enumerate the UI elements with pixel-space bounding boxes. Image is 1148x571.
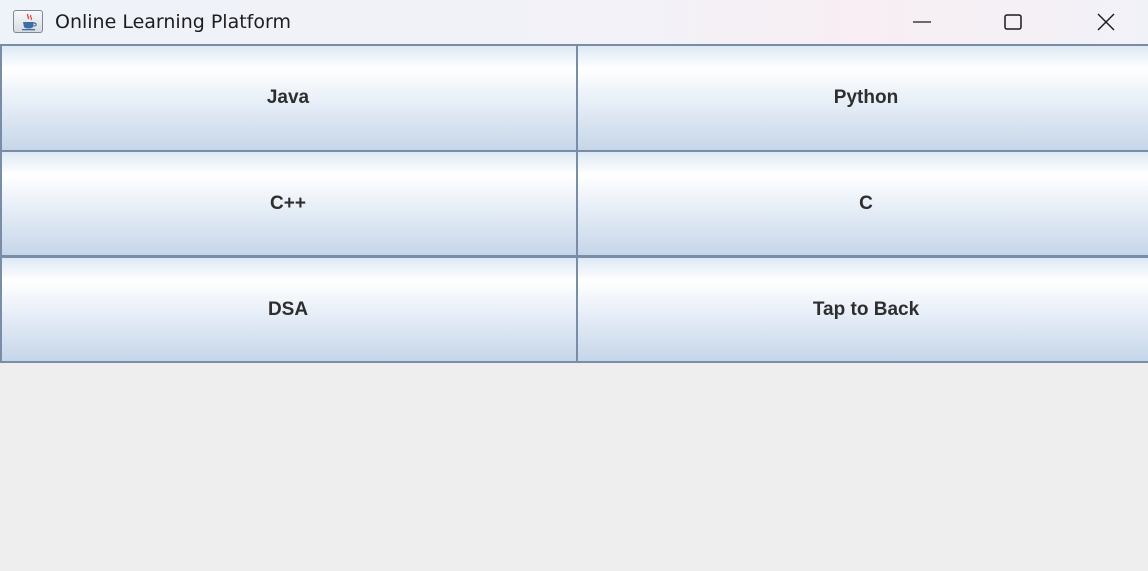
minimize-icon: [913, 21, 931, 23]
python-button-label: Python: [833, 87, 899, 108]
back-button[interactable]: Tap to Back: [576, 256, 1148, 363]
window-title: Online Learning Platform: [55, 11, 291, 33]
close-icon: [1097, 13, 1115, 31]
cpp-button-label: C++: [270, 192, 306, 214]
maximize-button[interactable]: [990, 0, 1036, 44]
close-button[interactable]: [1083, 0, 1129, 44]
dsa-button-label: DSA: [267, 298, 309, 320]
c-button-label: C: [859, 192, 873, 214]
c-button[interactable]: C: [576, 150, 1148, 257]
java-button[interactable]: Java: [0, 44, 578, 152]
back-button-label: Tap to Back: [812, 298, 920, 320]
minimize-button[interactable]: [899, 0, 945, 44]
cpp-button[interactable]: C++: [0, 150, 578, 257]
python-button[interactable]: Python: [576, 44, 1148, 152]
dsa-button[interactable]: DSA: [0, 256, 578, 363]
maximize-icon: [1004, 14, 1022, 30]
course-button-grid: Java Python C++ C DSA Tap to Back: [0, 44, 1148, 363]
java-button-label: Java: [266, 87, 310, 108]
java-coffee-cup-icon[interactable]: [13, 10, 43, 33]
title-bar[interactable]: Online Learning Platform: [0, 0, 1148, 44]
app-window: Online Learning Platform Java Python C++: [0, 0, 1148, 571]
